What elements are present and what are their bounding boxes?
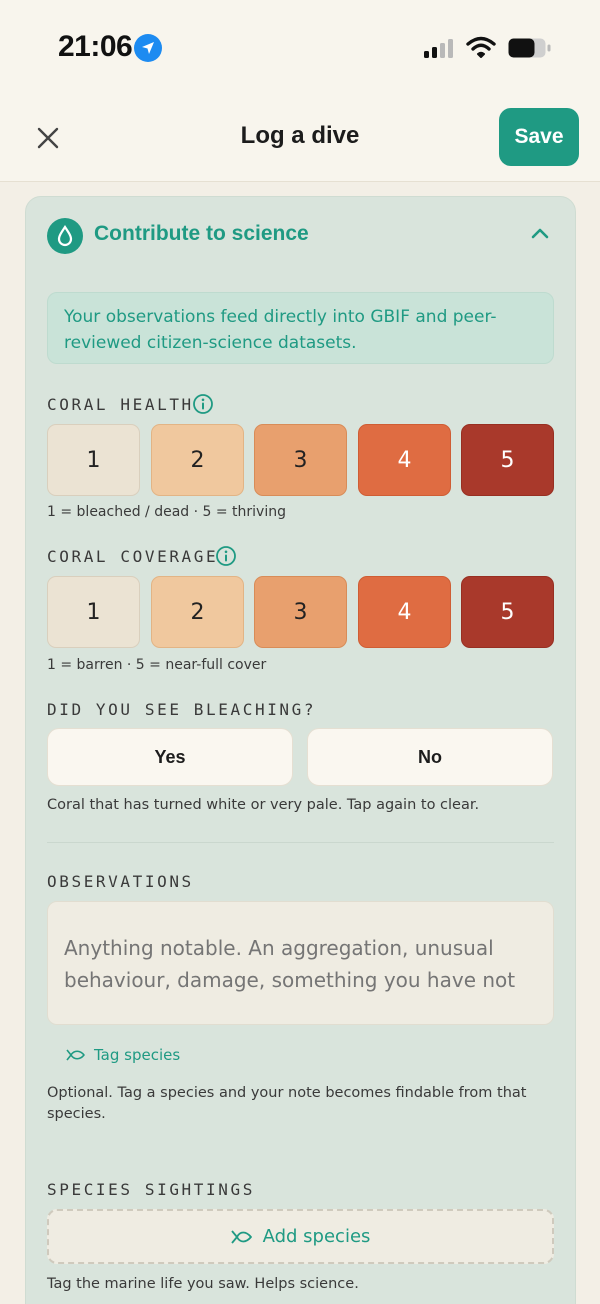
observations-helper: Optional. Tag a species and your note be… (47, 1085, 527, 1122)
cellular-signal-icon (424, 39, 453, 58)
chevron-up-icon[interactable] (531, 227, 549, 239)
status-bar: 21:06 (0, 0, 600, 100)
save-button[interactable]: Save (499, 108, 579, 166)
bleaching-label: DID YOU SEE BLEACHING? (47, 700, 317, 719)
species-sightings-label: SPECIES SIGHTINGS (47, 1180, 255, 1199)
location-arrow-icon (134, 34, 162, 62)
add-species-label: Add species (262, 1226, 371, 1247)
fish-icon (66, 1049, 85, 1061)
water-drop-icon (47, 218, 83, 254)
coral-health-info-icon[interactable] (192, 393, 214, 415)
coral-health-option-5[interactable]: 5 (461, 424, 554, 496)
coral-health-option-1[interactable]: 1 (47, 424, 140, 496)
observations-label: OBSERVATIONS (47, 872, 194, 891)
coral-health-option-3[interactable]: 3 (254, 424, 347, 496)
bleaching-hint: Coral that has turned white or very pale… (47, 797, 480, 813)
coral-coverage-info-icon[interactable] (215, 545, 237, 567)
coral-coverage-option-5[interactable]: 5 (461, 576, 554, 648)
battery-icon (508, 38, 551, 58)
coral-coverage-rating: 1 2 3 4 5 (47, 576, 554, 648)
coral-coverage-label: CORAL COVERAGE (47, 547, 219, 566)
tag-species-link[interactable]: Tag species (66, 1043, 180, 1067)
coral-coverage-hint: 1 = barren · 5 = near-full cover (47, 657, 267, 673)
coral-health-rating: 1 2 3 4 5 (47, 424, 554, 496)
bleaching-no-button[interactable]: No (307, 728, 553, 786)
tag-species-label: Tag species (94, 1046, 181, 1064)
add-species-button[interactable]: Add species (47, 1209, 554, 1264)
section-header-toggle[interactable]: Contribute to science (26, 197, 577, 273)
contribute-to-science-card: Contribute to science Your observations … (25, 196, 576, 1304)
bleaching-yes-button[interactable]: Yes (47, 728, 293, 786)
coral-coverage-option-4[interactable]: 4 (358, 576, 451, 648)
science-info-banner: Your observations feed directly into GBI… (47, 292, 554, 364)
coral-health-option-2[interactable]: 2 (151, 424, 244, 496)
coral-coverage-option-3[interactable]: 3 (254, 576, 347, 648)
section-divider (47, 842, 554, 843)
header: Log a dive Save (0, 100, 600, 182)
coral-coverage-option-1[interactable]: 1 (47, 576, 140, 648)
coral-health-hint: 1 = bleached / dead · 5 = thriving (47, 504, 286, 520)
wifi-icon (466, 36, 496, 58)
species-helper: Tag the marine life you saw. Helps scien… (47, 1276, 359, 1292)
status-time: 21:06 (58, 30, 133, 63)
observations-input[interactable] (47, 901, 554, 1025)
fish-icon (230, 1229, 252, 1244)
coral-health-option-4[interactable]: 4 (358, 424, 451, 496)
coral-coverage-option-2[interactable]: 2 (151, 576, 244, 648)
section-title: Contribute to science (94, 222, 309, 245)
coral-health-label: CORAL HEALTH (47, 395, 194, 414)
